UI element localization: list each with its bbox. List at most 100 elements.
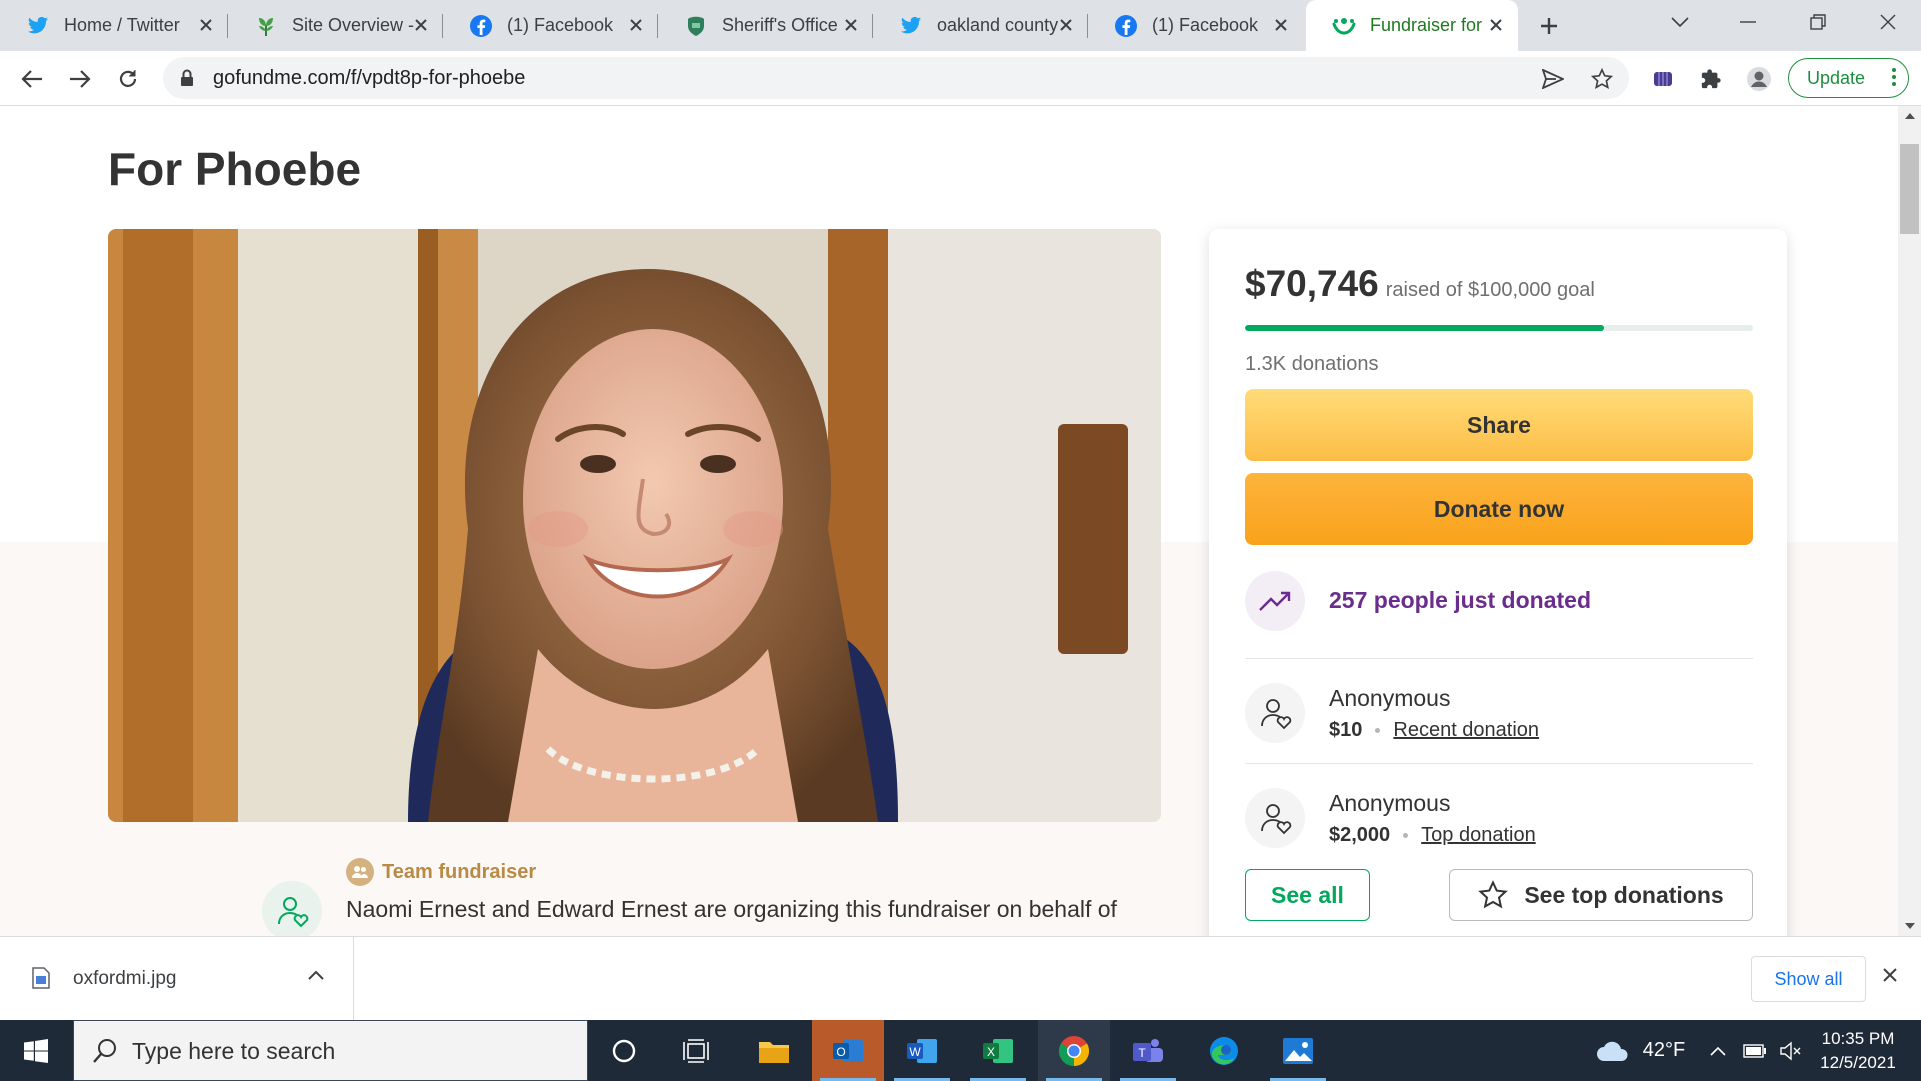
progress-bar-fill: [1245, 325, 1605, 331]
show-all-downloads-button[interactable]: Show all: [1751, 956, 1866, 1002]
outlook-icon[interactable]: O: [812, 1020, 884, 1081]
update-label: Update: [1807, 67, 1866, 88]
see-all-button[interactable]: See all: [1245, 869, 1370, 921]
tab-strip: Home / Twitter Site Overview - (1) Faceb…: [0, 0, 1921, 51]
taskbar-clock[interactable]: 10:35 PM 12/5/2021: [1808, 1027, 1908, 1075]
cortana-icon[interactable]: [588, 1020, 660, 1081]
send-tab-icon[interactable]: [1541, 67, 1565, 91]
tab-twitter-oakland[interactable]: oakland county: [873, 0, 1088, 51]
fundraiser-title: For Phoebe: [108, 143, 362, 195]
image-file-icon: [32, 967, 50, 994]
tab-search-chevron-icon[interactable]: [1652, 0, 1708, 44]
star-outline-icon: [1478, 880, 1509, 910]
back-arrow-icon[interactable]: [16, 63, 48, 95]
tab-facebook-2[interactable]: (1) Facebook: [1088, 0, 1303, 51]
search-placeholder: Type here to search: [132, 1038, 336, 1064]
donor-name: Anonymous: [1329, 685, 1451, 711]
svg-text:W: W: [909, 1045, 921, 1059]
svg-text:O: O: [836, 1045, 845, 1059]
excel-icon[interactable]: X: [962, 1020, 1034, 1081]
windows-start-icon[interactable]: [0, 1020, 72, 1081]
donation-count: 1.3K donations: [1245, 353, 1379, 375]
share-button[interactable]: Share: [1245, 389, 1753, 461]
donate-now-button[interactable]: Donate now: [1245, 473, 1753, 545]
separator-dot: [1375, 728, 1381, 733]
organizer-description: Naomi Ernest and Edward Ernest are organ…: [346, 896, 1117, 922]
close-tab-icon[interactable]: [1486, 15, 1506, 35]
donation-sidebar-card: $70,746 raised of $100,000 goal 1.3K don…: [1209, 229, 1787, 936]
tab-sheriffs-office[interactable]: Sheriff's Office: [658, 0, 873, 51]
close-tab-icon[interactable]: [196, 15, 216, 35]
tab-facebook-1[interactable]: (1) Facebook: [443, 0, 658, 51]
forward-arrow-icon[interactable]: [64, 63, 96, 95]
bookmark-star-icon[interactable]: [1590, 67, 1614, 91]
scroll-down-arrow-icon[interactable]: [1898, 916, 1921, 936]
word-icon[interactable]: W: [886, 1020, 958, 1081]
close-tab-icon[interactable]: [1271, 15, 1291, 35]
team-fundraiser-label: Team fundraiser: [382, 860, 537, 883]
svg-text:T: T: [1138, 1046, 1146, 1060]
amount-raised: $70,746 raised of $100,000 goal: [1245, 263, 1595, 305]
task-view-icon[interactable]: [660, 1020, 732, 1081]
tab-twitter-home[interactable]: Home / Twitter: [0, 0, 228, 51]
browser-toolbar: gofundme.com/f/vpdt8p-for-phoebe Update: [0, 51, 1921, 106]
menu-dots-icon[interactable]: [1892, 67, 1896, 92]
chrome-icon[interactable]: [1038, 1020, 1110, 1081]
volume-muted-icon[interactable]: [1776, 1020, 1806, 1081]
extension-icon[interactable]: [1648, 64, 1678, 94]
scroll-up-arrow-icon[interactable]: [1898, 106, 1921, 126]
tray-chevron-up-icon[interactable]: [1704, 1020, 1732, 1081]
battery-icon[interactable]: [1740, 1020, 1770, 1081]
donor-name: Anonymous: [1329, 790, 1451, 816]
weather-cloud-icon[interactable]: [1592, 1020, 1632, 1081]
close-tab-icon[interactable]: [626, 15, 646, 35]
page-viewport: For Phoebe Team fundraiser Naomi Ernest …: [0, 106, 1898, 936]
file-explorer-icon[interactable]: [738, 1020, 810, 1081]
donor-meta: $2,000 Top donation: [1329, 824, 1536, 847]
weather-temperature[interactable]: 42°F: [1636, 1020, 1692, 1081]
address-bar[interactable]: gofundme.com/f/vpdt8p-for-phoebe: [163, 57, 1629, 99]
team-group-icon: [346, 858, 374, 886]
tab-fundraiser[interactable]: Fundraiser for: [1306, 0, 1518, 51]
clock-date: 12/5/2021: [1820, 1053, 1896, 1072]
donor-heart-icon: [1245, 683, 1305, 743]
separator-dot: [1403, 833, 1409, 838]
window-close-icon[interactable]: [1860, 0, 1916, 44]
facebook-icon: [1114, 14, 1138, 38]
scrollbar-thumb[interactable]: [1900, 144, 1919, 234]
team-fundraiser-badge: Team fundraiser: [346, 858, 536, 886]
minimize-icon[interactable]: [1720, 0, 1776, 44]
page-scrollbar[interactable]: [1898, 106, 1921, 936]
organizer-avatar: [262, 881, 322, 936]
close-tab-icon[interactable]: [841, 15, 861, 35]
new-tab-plus-icon[interactable]: [1535, 12, 1563, 40]
recent-donation-link[interactable]: Recent donation: [1393, 719, 1539, 742]
search-icon: [92, 1038, 118, 1069]
edge-icon[interactable]: [1188, 1020, 1260, 1081]
close-tab-icon[interactable]: [411, 15, 431, 35]
tab-site-overview[interactable]: Site Overview -: [228, 0, 443, 51]
download-shelf: oxfordmi.jpg Show all: [0, 936, 1921, 1021]
restore-icon[interactable]: [1790, 0, 1846, 44]
update-button[interactable]: Update: [1788, 58, 1909, 98]
photos-icon[interactable]: [1262, 1020, 1334, 1081]
top-donation-link[interactable]: Top donation: [1421, 824, 1536, 847]
see-top-donations-button[interactable]: See top donations: [1449, 869, 1753, 921]
sheriff-icon: [684, 14, 708, 38]
facebook-icon: [469, 14, 493, 38]
download-item[interactable]: oxfordmi.jpg: [0, 937, 354, 1021]
donor-item: Anonymous $10 Recent donation: [1245, 659, 1753, 764]
taskbar-search-box[interactable]: Type here to search: [73, 1020, 588, 1081]
donor-meta: $10 Recent donation: [1329, 719, 1539, 742]
chevron-up-icon[interactable]: [308, 967, 324, 985]
twitter-icon: [26, 14, 50, 38]
donor-heart-icon: [1245, 788, 1305, 848]
twitter-icon: [899, 14, 923, 38]
download-file-name: oxfordmi.jpg: [73, 968, 177, 989]
close-shelf-icon[interactable]: [1882, 967, 1898, 988]
puzzle-extensions-icon[interactable]: [1696, 64, 1726, 94]
teams-icon[interactable]: T: [1112, 1020, 1184, 1081]
close-tab-icon[interactable]: [1056, 15, 1076, 35]
reload-icon[interactable]: [112, 63, 144, 95]
profile-avatar-icon[interactable]: [1744, 64, 1774, 94]
